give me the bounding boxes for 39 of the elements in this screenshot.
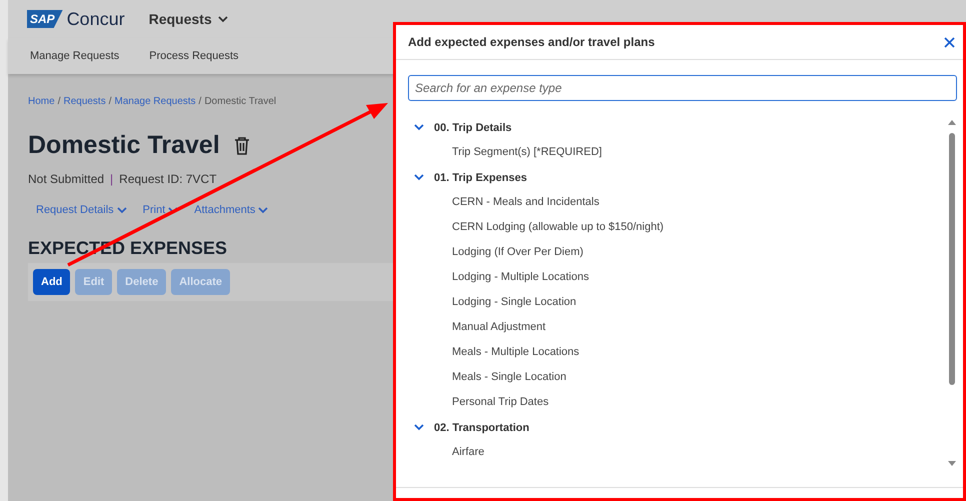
- chevron-icon: [414, 124, 424, 131]
- request-id: Request ID: 7VCT: [119, 172, 217, 186]
- brand-name: Concur: [66, 8, 125, 30]
- logo-mark: SAP: [27, 10, 63, 28]
- chevron-icon: [414, 424, 424, 431]
- breadcrumb-separator: /: [198, 96, 202, 107]
- expense-type-item[interactable]: CERN Lodging (allowable up to $150/night): [414, 215, 945, 240]
- toolbar-button[interactable]: Add: [33, 269, 70, 295]
- page-title: Domestic Travel: [28, 131, 220, 160]
- expense-type-item[interactable]: Meals - Single Location: [414, 365, 945, 390]
- expense-type-item[interactable]: Lodging (If Over Per Diem): [414, 240, 945, 265]
- expense-type-item[interactable]: Manual Adjustment: [414, 315, 945, 340]
- trash-icon[interactable]: [234, 136, 250, 154]
- category-toggle[interactable]: 01. Trip Expenses: [414, 165, 945, 190]
- close-button[interactable]: [944, 36, 955, 48]
- status-separator: |: [110, 172, 114, 186]
- chevron-icon: [116, 206, 127, 214]
- breadcrumb-separator: /: [108, 96, 112, 107]
- chevron-icon: [414, 174, 424, 181]
- chevron-icon: [258, 206, 268, 214]
- nav-link[interactable]: Manage Requests: [30, 50, 120, 62]
- expense-type-item[interactable]: Trip Segment(s) [*REQUIRED]: [414, 140, 945, 165]
- expense-type-item[interactable]: Airfare: [414, 440, 945, 465]
- breadcrumb-current: Domestic Travel: [204, 96, 276, 107]
- requests-menu[interactable]: Requests: [148, 11, 228, 27]
- search-field[interactable]: Search for an expense type: [408, 75, 957, 101]
- request-status: Not Submitted: [28, 172, 104, 186]
- expense-type-item[interactable]: Personal Trip Dates: [414, 390, 945, 415]
- nav-link[interactable]: Process Requests: [149, 50, 239, 62]
- breadcrumb-separator: /: [58, 96, 60, 107]
- chevron-icon: [168, 206, 178, 214]
- expense-type-item[interactable]: Lodging - Single Location: [414, 290, 945, 315]
- dialog-title: Add expected expenses and/or travel plans: [408, 35, 655, 49]
- category-toggle[interactable]: 00. Trip Details: [414, 115, 945, 140]
- category-toggle[interactable]: 02. Transportation: [414, 415, 945, 440]
- chevron-icon: [218, 16, 228, 22]
- expense-type-item[interactable]: CERN - Meals and Incidentals: [414, 190, 945, 215]
- expense-type-item[interactable]: Lodging - Multiple Locations: [414, 265, 945, 290]
- expense-type-item[interactable]: Meals - Multiple Locations: [414, 340, 945, 365]
